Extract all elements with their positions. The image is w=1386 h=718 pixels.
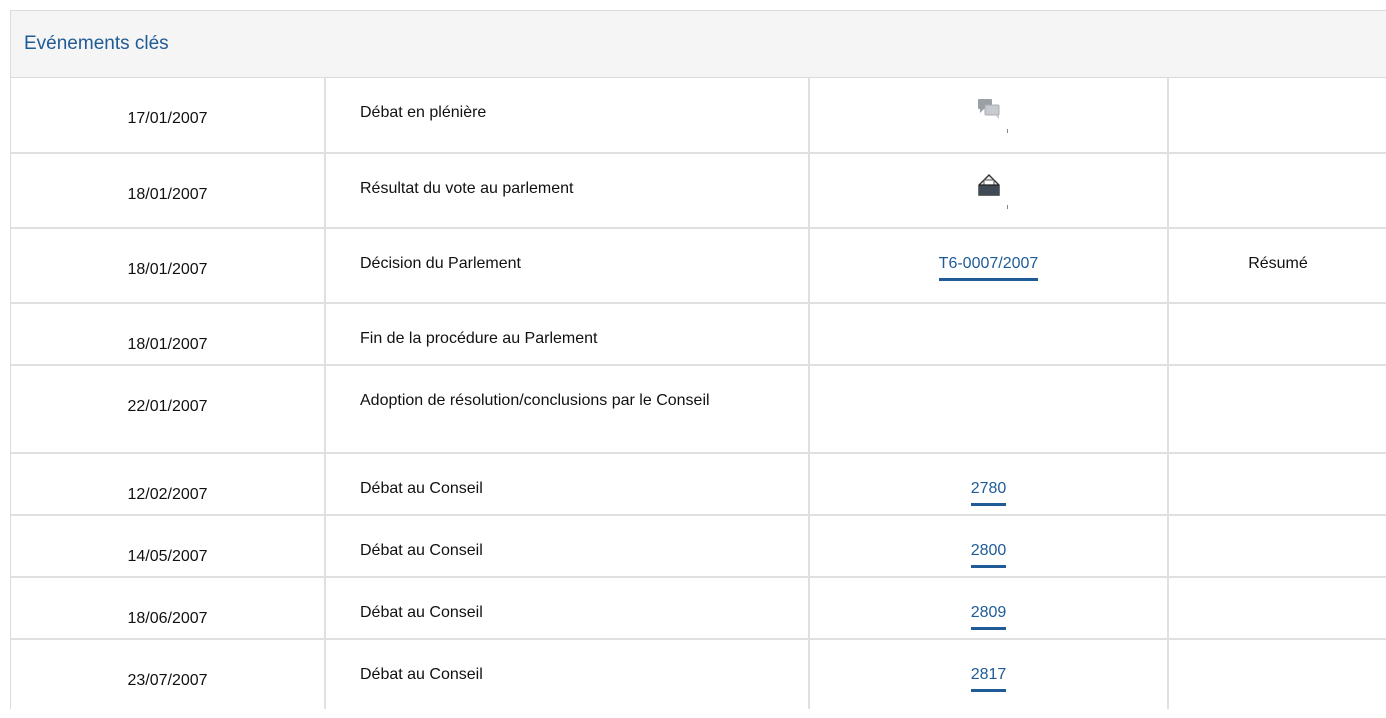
event-cell: Adoption de résolution/conclusions par l… xyxy=(325,365,810,454)
date-cell: 18/01/2007 xyxy=(11,228,326,304)
key-events-table: 17/01/2007 Débat en plénière 18/01/2007 … xyxy=(11,78,1386,709)
document-cell: 2800 xyxy=(809,515,1169,578)
event-date: 18/06/2007 xyxy=(127,610,208,627)
date-cell: 18/01/2007 xyxy=(11,303,326,366)
document-cell xyxy=(809,78,1169,154)
summary-text xyxy=(1169,366,1386,390)
date-cell: 18/01/2007 xyxy=(11,153,326,229)
event-cell: Résultat du vote au parlement xyxy=(325,153,810,229)
event-date: 22/01/2007 xyxy=(127,398,208,415)
table-row: 18/01/2007 Fin de la procédure au Parlem… xyxy=(11,303,1386,366)
date-cell: 14/05/2007 xyxy=(11,515,326,578)
table-row: 18/06/2007 Débat au Conseil 2809 xyxy=(11,577,1386,640)
summary-text xyxy=(1169,578,1386,602)
debate-speech-bubbles-icon[interactable] xyxy=(974,97,1008,133)
event-cell: Fin de la procédure au Parlement xyxy=(325,303,810,366)
event-date: 18/01/2007 xyxy=(127,336,208,353)
document-cell: 2809 xyxy=(809,577,1169,640)
document-link[interactable]: T6-0007/2007 xyxy=(938,253,1039,281)
summary-link[interactable]: Résumé xyxy=(1169,229,1386,275)
event-cell: Débat en plénière xyxy=(325,78,810,154)
document-link[interactable]: 2809 xyxy=(970,602,1007,630)
summary-cell: Résumé xyxy=(1168,228,1386,304)
table-row: 18/01/2007 Résultat du vote au parlement xyxy=(11,153,1386,229)
event-title: Décision du Parlement xyxy=(360,255,521,272)
document-link[interactable]: 2780 xyxy=(970,478,1007,506)
event-cell: Débat au Conseil xyxy=(325,453,810,516)
summary-cell xyxy=(1168,303,1386,366)
summary-text xyxy=(1169,304,1386,328)
event-title: Résultat du vote au parlement xyxy=(360,180,574,197)
document-cell xyxy=(809,303,1169,366)
summary-cell xyxy=(1168,78,1386,154)
date-cell: 12/02/2007 xyxy=(11,453,326,516)
document-cell: 2780 xyxy=(809,453,1169,516)
key-events-panel: Evénements clés 17/01/2007 Débat en plén… xyxy=(10,10,1386,709)
summary-text xyxy=(1169,516,1386,540)
event-date: 18/01/2007 xyxy=(127,186,208,203)
table-row: 17/01/2007 Débat en plénière xyxy=(11,78,1386,154)
summary-cell xyxy=(1168,639,1386,709)
event-date: 18/01/2007 xyxy=(127,261,208,278)
summary-cell xyxy=(1168,453,1386,516)
summary-cell xyxy=(1168,577,1386,640)
summary-cell xyxy=(1168,515,1386,578)
document-link[interactable]: 2817 xyxy=(970,664,1007,692)
event-title: Débat en plénière xyxy=(360,104,487,121)
summary-text xyxy=(1169,154,1386,178)
event-title: Fin de la procédure au Parlement xyxy=(360,330,598,347)
event-date: 17/01/2007 xyxy=(127,110,208,127)
table-row: 12/02/2007 Débat au Conseil 2780 xyxy=(11,453,1386,516)
event-title: Débat au Conseil xyxy=(360,542,483,559)
event-title: Débat au Conseil xyxy=(360,604,483,621)
event-cell: Débat au Conseil xyxy=(325,515,810,578)
event-date: 14/05/2007 xyxy=(127,548,208,565)
date-cell: 22/01/2007 xyxy=(11,365,326,454)
event-cell: Décision du Parlement xyxy=(325,228,810,304)
event-title: Adoption de résolution/conclusions par l… xyxy=(360,392,710,409)
summary-text xyxy=(1169,640,1386,664)
event-date: 23/07/2007 xyxy=(127,672,208,689)
panel-title: Evénements clés xyxy=(24,33,169,54)
summary-text xyxy=(1169,454,1386,478)
event-title: Débat au Conseil xyxy=(360,666,483,683)
table-row: 22/01/2007 Adoption de résolution/conclu… xyxy=(11,365,1386,454)
date-cell: 23/07/2007 xyxy=(11,639,326,709)
summary-cell xyxy=(1168,365,1386,454)
document-cell: 2817 xyxy=(809,639,1169,709)
event-date: 12/02/2007 xyxy=(127,486,208,503)
table-row: 14/05/2007 Débat au Conseil 2800 xyxy=(11,515,1386,578)
document-cell xyxy=(809,153,1169,229)
summary-text xyxy=(1169,78,1386,102)
event-cell: Débat au Conseil xyxy=(325,639,810,709)
event-title: Débat au Conseil xyxy=(360,480,483,497)
date-cell: 17/01/2007 xyxy=(11,78,326,154)
panel-header: Evénements clés xyxy=(11,11,1386,78)
vote-ballot-box-icon[interactable] xyxy=(974,173,1008,209)
document-link[interactable]: 2800 xyxy=(970,540,1007,568)
table-row: 23/07/2007 Débat au Conseil 2817 xyxy=(11,639,1386,709)
event-cell: Débat au Conseil xyxy=(325,577,810,640)
table-row: 18/01/2007 Décision du Parlement T6-0007… xyxy=(11,228,1386,304)
summary-cell xyxy=(1168,153,1386,229)
date-cell: 18/06/2007 xyxy=(11,577,326,640)
document-cell xyxy=(809,365,1169,454)
document-cell: T6-0007/2007 xyxy=(809,228,1169,304)
